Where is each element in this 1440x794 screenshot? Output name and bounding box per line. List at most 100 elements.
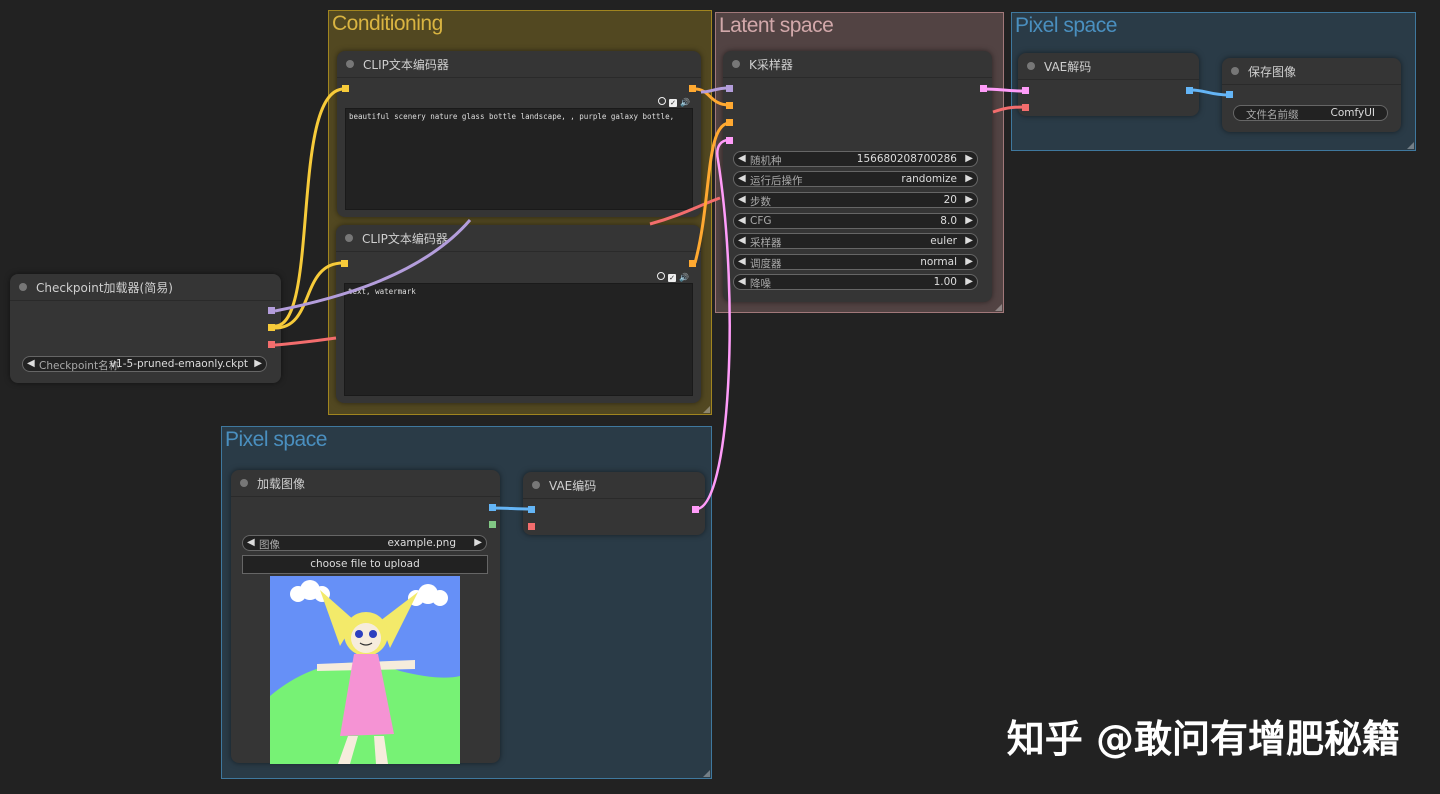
collapse-dot[interactable] — [19, 283, 27, 291]
speaker-icon[interactable]: 🔊 — [680, 98, 690, 107]
check-icon[interactable]: ✓ — [668, 274, 676, 282]
output-conditioning-socket[interactable] — [689, 85, 696, 92]
denoise-widget[interactable]: ◀ 降噪 1.00 ▶ — [733, 274, 978, 290]
decrement-arrow-icon[interactable]: ◀ — [738, 235, 746, 246]
input-latent-socket[interactable] — [726, 137, 733, 144]
resize-handle[interactable] — [995, 304, 1002, 311]
prompt-textarea[interactable]: beautiful scenery nature glass bottle la… — [345, 108, 693, 210]
node-header[interactable]: 加载图像 — [231, 470, 500, 497]
group-title: Pixel space — [1015, 14, 1117, 37]
collapse-dot[interactable] — [1027, 62, 1035, 70]
vae-decode-node[interactable]: VAE解码 — [1018, 53, 1199, 116]
decrement-arrow-icon[interactable]: ◀ — [27, 358, 35, 369]
textarea-toolbar: ✓ 🔊 — [654, 272, 689, 283]
widget-value: 8.0 — [940, 215, 957, 227]
control-after-generate-widget[interactable]: ◀ 运行后操作 randomize ▶ — [733, 171, 978, 187]
collapse-dot[interactable] — [345, 234, 353, 242]
decrement-arrow-icon[interactable]: ◀ — [738, 276, 746, 287]
widget-value: 1.00 — [933, 276, 957, 288]
ksampler-node[interactable]: K采样器 ◀ 随机种 156680208700286 ▶ ◀ 运行后操作 ran… — [723, 51, 992, 302]
input-vae-socket[interactable] — [1022, 104, 1029, 111]
collapse-dot[interactable] — [1231, 67, 1239, 75]
checkpoint-name-widget[interactable]: ◀ Checkpoint名称 v1-5-pruned-emaonly.ckpt … — [22, 356, 267, 372]
increment-arrow-icon[interactable]: ▶ — [965, 194, 973, 205]
scheduler-widget[interactable]: ◀ 调度器 normal ▶ — [733, 254, 978, 270]
input-model-socket[interactable] — [726, 85, 733, 92]
node-header[interactable]: CLIP文本编码器 — [336, 225, 701, 252]
sampler-widget[interactable]: ◀ 采样器 euler ▶ — [733, 233, 978, 249]
steps-widget[interactable]: ◀ 步数 20 ▶ — [733, 192, 978, 208]
increment-arrow-icon[interactable]: ▶ — [965, 153, 973, 164]
node-header[interactable]: VAE编码 — [523, 472, 705, 499]
widget-label: 文件名前缀 — [1246, 109, 1299, 121]
check-icon[interactable]: ✓ — [669, 99, 677, 107]
widget-label: 随机种 — [750, 155, 782, 167]
input-pixels-socket[interactable] — [528, 506, 535, 513]
node-header[interactable]: Checkpoint加载器(简易) — [10, 274, 281, 301]
decrement-arrow-icon[interactable]: ◀ — [738, 215, 746, 226]
clip-text-encode-negative-node[interactable]: CLIP文本编码器 ✓ 🔊 text, watermark — [336, 225, 701, 403]
node-header[interactable]: K采样器 — [723, 51, 992, 78]
decrement-arrow-icon[interactable]: ◀ — [738, 194, 746, 205]
increment-arrow-icon[interactable]: ▶ — [254, 358, 262, 369]
input-clip-socket[interactable] — [342, 85, 349, 92]
node-title: VAE解码 — [1044, 60, 1092, 74]
input-positive-socket[interactable] — [726, 102, 733, 109]
output-latent-socket[interactable] — [692, 506, 699, 513]
decrement-arrow-icon[interactable]: ◀ — [738, 153, 746, 164]
node-header[interactable]: VAE解码 — [1018, 53, 1199, 80]
load-image-node[interactable]: 加载图像 ◀ 图像 example.png ▶ choose file to u… — [231, 470, 500, 764]
node-title: K采样器 — [749, 58, 793, 72]
decrement-arrow-icon[interactable]: ◀ — [247, 537, 255, 548]
collapse-dot[interactable] — [346, 60, 354, 68]
output-vae-socket[interactable] — [268, 341, 275, 348]
input-images-socket[interactable] — [1226, 91, 1233, 98]
face — [351, 623, 381, 653]
resize-handle[interactable] — [703, 770, 710, 777]
node-title: 保存图像 — [1248, 65, 1297, 79]
resize-handle[interactable] — [1407, 142, 1414, 149]
input-samples-socket[interactable] — [1022, 87, 1029, 94]
output-mask-socket[interactable] — [489, 521, 496, 528]
clip-text-encode-positive-node[interactable]: CLIP文本编码器 ✓ 🔊 beautiful scenery nature gl… — [337, 51, 701, 217]
circle-icon[interactable] — [657, 272, 665, 280]
output-conditioning-socket[interactable] — [689, 260, 696, 267]
collapse-dot[interactable] — [532, 481, 540, 489]
output-image-socket[interactable] — [489, 504, 496, 511]
output-clip-socket[interactable] — [268, 324, 275, 331]
widget-value: euler — [930, 235, 957, 247]
widget-label: 采样器 — [750, 237, 782, 249]
input-clip-socket[interactable] — [341, 260, 348, 267]
decrement-arrow-icon[interactable]: ◀ — [738, 256, 746, 267]
increment-arrow-icon[interactable]: ▶ — [965, 276, 973, 287]
output-latent-socket[interactable] — [980, 85, 987, 92]
input-vae-socket[interactable] — [528, 523, 535, 530]
image-select-widget[interactable]: ◀ 图像 example.png ▶ — [242, 535, 487, 551]
checkpoint-loader-node[interactable]: Checkpoint加载器(简易) ◀ Checkpoint名称 v1-5-pr… — [10, 274, 281, 383]
filename-prefix-widget[interactable]: 文件名前缀 ComfyUI — [1233, 105, 1388, 121]
eye-left — [355, 630, 363, 638]
increment-arrow-icon[interactable]: ▶ — [965, 173, 973, 184]
collapse-dot[interactable] — [732, 60, 740, 68]
speaker-icon[interactable]: 🔊 — [679, 273, 689, 282]
vae-encode-node[interactable]: VAE编码 — [523, 472, 705, 535]
input-negative-socket[interactable] — [726, 119, 733, 126]
increment-arrow-icon[interactable]: ▶ — [965, 235, 973, 246]
node-header[interactable]: 保存图像 — [1222, 58, 1401, 85]
increment-arrow-icon[interactable]: ▶ — [965, 256, 973, 267]
save-image-node[interactable]: 保存图像 文件名前缀 ComfyUI — [1222, 58, 1401, 132]
output-model-socket[interactable] — [268, 307, 275, 314]
collapse-dot[interactable] — [240, 479, 248, 487]
increment-arrow-icon[interactable]: ▶ — [965, 215, 973, 226]
output-image-socket[interactable] — [1186, 87, 1193, 94]
widget-label: 运行后操作 — [750, 175, 803, 187]
seed-widget[interactable]: ◀ 随机种 156680208700286 ▶ — [733, 151, 978, 167]
increment-arrow-icon[interactable]: ▶ — [474, 537, 482, 548]
node-header[interactable]: CLIP文本编码器 — [337, 51, 701, 78]
upload-button[interactable]: choose file to upload — [242, 555, 488, 574]
cfg-widget[interactable]: ◀ CFG 8.0 ▶ — [733, 213, 978, 229]
prompt-textarea[interactable]: text, watermark — [344, 283, 693, 396]
resize-handle[interactable] — [703, 406, 710, 413]
decrement-arrow-icon[interactable]: ◀ — [738, 173, 746, 184]
circle-icon[interactable] — [658, 97, 666, 105]
